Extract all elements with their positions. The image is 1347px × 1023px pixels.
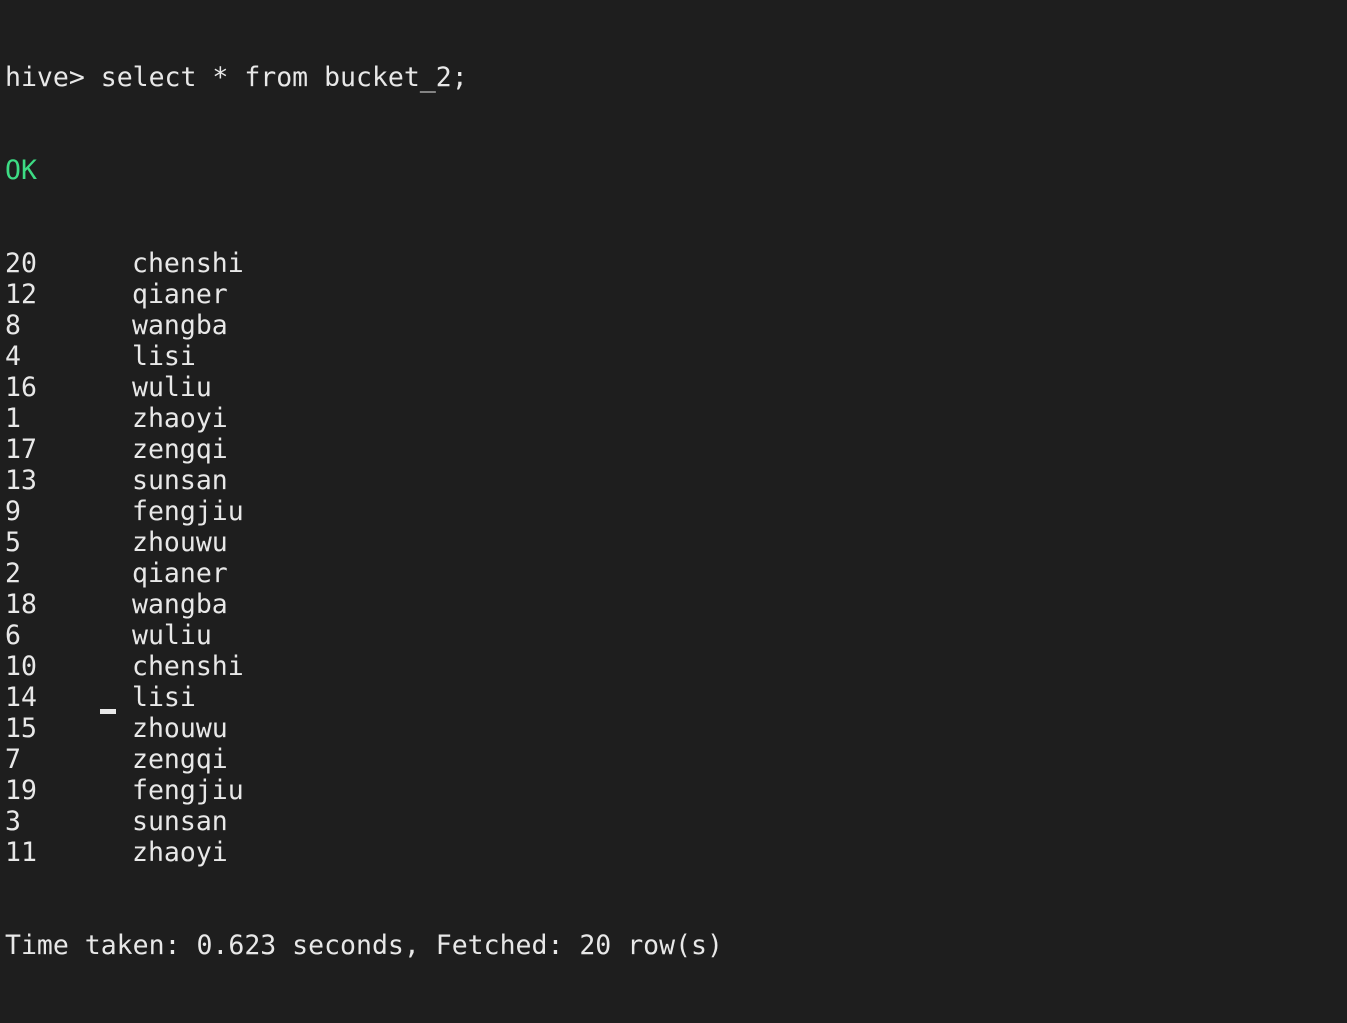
command-text: select * from bucket_2; (100, 62, 468, 93)
row-name: wuliu (132, 620, 212, 651)
terminal-window[interactable]: hive> select * from bucket_2; OK 20 chens… (0, 0, 1347, 961)
result-row: 9 fengjiu (5, 496, 1347, 527)
result-row: 14 lisi (5, 682, 1347, 713)
row-name: zhouwu (132, 713, 228, 744)
row-id: 15 (5, 713, 37, 744)
row-name: zhouwu (132, 527, 228, 558)
row-name: sunsan (132, 465, 228, 496)
result-row: 13 sunsan (5, 465, 1347, 496)
result-row: 12 qianer (5, 279, 1347, 310)
row-name: zengqi (132, 434, 228, 465)
status-ok: OK (5, 155, 37, 186)
row-id: 12 (5, 279, 37, 310)
row-name: qianer (132, 558, 228, 589)
row-name: chenshi (132, 248, 244, 279)
row-name: fengjiu (132, 496, 244, 527)
row-name: chenshi (132, 651, 244, 682)
result-row: 6 wuliu (5, 620, 1347, 651)
row-id: 4 (5, 341, 21, 372)
row-name: fengjiu (132, 775, 244, 806)
result-row: 3 sunsan (5, 806, 1347, 837)
result-row: 4 lisi (5, 341, 1347, 372)
result-rows: 20 chenshi 12 qianer 8 wangba 4 lisi 16 wuliu 1 zha… (5, 248, 1347, 868)
row-name: lisi (132, 341, 196, 372)
row-id: 6 (5, 620, 21, 651)
row-id: 16 (5, 372, 37, 403)
row-name: wuliu (132, 372, 212, 403)
result-row: 16 wuliu (5, 372, 1347, 403)
row-id: 2 (5, 558, 21, 589)
row-id: 17 (5, 434, 37, 465)
result-row: 17 zengqi (5, 434, 1347, 465)
row-name: sunsan (132, 806, 228, 837)
row-id: 19 (5, 775, 37, 806)
row-id: 1 (5, 403, 21, 434)
row-id: 18 (5, 589, 37, 620)
row-name: wangba (132, 589, 228, 620)
row-id: 11 (5, 837, 37, 868)
result-row: 2 qianer (5, 558, 1347, 589)
row-name: wangba (132, 310, 228, 341)
result-row: 15 zhouwu (5, 713, 1347, 744)
row-id: 8 (5, 310, 21, 341)
row-id: 5 (5, 527, 21, 558)
result-row: 1 zhaoyi (5, 403, 1347, 434)
summary-line: Time taken: 0.623 seconds, Fetched: 20 r… (5, 930, 723, 961)
row-id: 10 (5, 651, 37, 682)
row-id: 9 (5, 496, 21, 527)
result-row: 8 wangba (5, 310, 1347, 341)
result-row: 5 zhouwu (5, 527, 1347, 558)
result-row: 18 wangba (5, 589, 1347, 620)
row-id: 7 (5, 744, 21, 775)
row-id: 13 (5, 465, 37, 496)
text-cursor (100, 709, 116, 714)
result-row: 19 fengjiu (5, 775, 1347, 806)
prompt: hive> (5, 62, 101, 93)
result-row: 20 chenshi (5, 248, 1347, 279)
result-row: 7 zengqi (5, 744, 1347, 775)
row-name: zhaoyi (132, 403, 228, 434)
result-row: 10 chenshi (5, 651, 1347, 682)
command-line: hive> select * from bucket_2; (5, 62, 1347, 93)
row-name: lisi (132, 682, 196, 713)
row-id: 20 (5, 248, 37, 279)
row-id: 3 (5, 806, 21, 837)
row-name: zhaoyi (132, 837, 228, 868)
result-row: 11 zhaoyi (5, 837, 1347, 868)
row-name: zengqi (132, 744, 228, 775)
row-name: qianer (132, 279, 228, 310)
